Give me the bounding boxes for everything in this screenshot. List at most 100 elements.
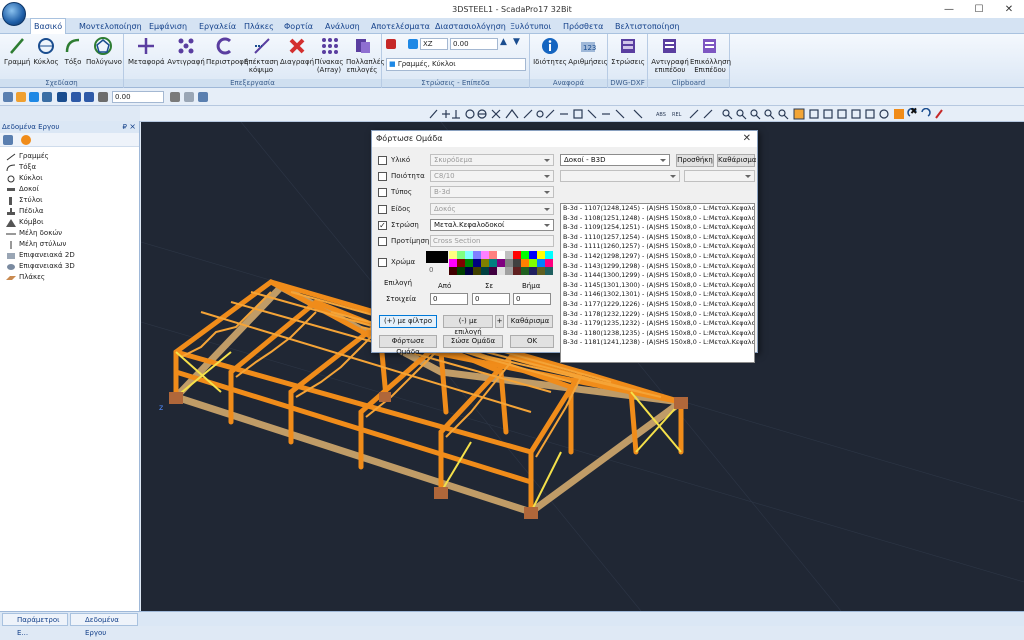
from-input[interactable]: 0 xyxy=(430,293,468,305)
tree-item-circles[interactable]: Κύκλοι xyxy=(6,173,139,184)
checkbox-material[interactable] xyxy=(378,155,387,165)
tree-options-icon[interactable] xyxy=(3,135,13,145)
copy-button[interactable]: Αντιγραφή xyxy=(166,36,206,66)
tab-formwork[interactable]: Ξυλότυποι xyxy=(507,19,554,34)
palette-swatch[interactable] xyxy=(465,267,473,275)
palette-swatch[interactable] xyxy=(521,267,529,275)
tab-project-parameters[interactable]: Παράμετροι Ε... xyxy=(2,613,68,637)
tree-item-column-members[interactable]: Μέλη στύλων xyxy=(6,239,139,250)
checkbox-type[interactable] xyxy=(378,187,387,197)
rotate-button[interactable]: Περιστροφή xyxy=(206,36,248,66)
abs-icon[interactable]: ABS xyxy=(656,112,666,118)
palette-swatch[interactable] xyxy=(513,251,521,259)
polygon-button[interactable]: Πολύγωνο xyxy=(86,36,122,66)
list-item[interactable]: B-3d - 1111(1260,1257) - (A)SHS 150x8,0 … xyxy=(561,242,754,252)
maximize-icon[interactable]: ☐ xyxy=(964,0,994,18)
palette-swatch[interactable] xyxy=(529,251,537,259)
preference-input[interactable]: Cross Section xyxy=(430,235,554,247)
list-item[interactable]: B-3d - 1107(1248,1245) - (A)SHS 150x8,0 … xyxy=(561,204,754,214)
dialog-close-icon[interactable]: ✕ xyxy=(743,131,751,147)
quick-level-input[interactable]: 0.00 xyxy=(112,91,164,103)
toolbar-close-icon[interactable]: ✖ xyxy=(910,107,918,117)
kind-select[interactable]: Δοκός xyxy=(430,203,554,215)
palette-swatch[interactable] xyxy=(513,259,521,267)
list-item[interactable]: B-3d - 1142(1298,1297) - (A)SHS 150x8,0 … xyxy=(561,252,754,262)
palette-swatch[interactable] xyxy=(529,267,537,275)
tree-item-nodes[interactable]: Κόμβοι xyxy=(6,217,139,228)
palette-swatch[interactable] xyxy=(457,251,465,259)
tree-item-slabs[interactable]: Πλάκες xyxy=(6,272,139,283)
palette-swatch[interactable] xyxy=(497,267,505,275)
palette-swatch[interactable] xyxy=(497,259,505,267)
print-icon[interactable] xyxy=(98,92,108,102)
building-icon[interactable] xyxy=(170,92,180,102)
list-item[interactable]: B-3d - 1177(1229,1226) - (A)SHS 150x8,0 … xyxy=(561,300,754,310)
tree-item-columns[interactable]: Στύλοι xyxy=(6,195,139,206)
material-select[interactable]: Σκυρόδεμα xyxy=(430,154,554,166)
element-type-select[interactable]: Δοκοί - B3D xyxy=(560,154,670,166)
tree-item-beams[interactable]: Δοκοί xyxy=(6,184,139,195)
tab-view[interactable]: Εμφάνιση xyxy=(146,19,190,34)
numbering-button[interactable]: 123 Αριθμήσεις xyxy=(568,36,608,66)
tab-modeling[interactable]: Μοντελοποίηση xyxy=(76,19,145,34)
palette-swatch[interactable] xyxy=(473,267,481,275)
selected-color-swatch[interactable] xyxy=(426,251,448,263)
save-group-button[interactable]: Σώσε Ομάδα xyxy=(443,335,503,348)
palette-swatch[interactable] xyxy=(505,267,513,275)
palette-swatch[interactable] xyxy=(481,251,489,259)
palette-swatch[interactable] xyxy=(505,259,513,267)
to-input[interactable]: 0 xyxy=(472,293,510,305)
line-button[interactable]: Γραμμή xyxy=(4,36,30,66)
tab-slabs[interactable]: Πλάκες xyxy=(241,19,277,34)
checkbox-preference[interactable] xyxy=(378,236,387,246)
palette-swatch[interactable] xyxy=(545,251,553,259)
app-menu-button[interactable] xyxy=(2,2,26,26)
delete-button[interactable]: Διαγραφή xyxy=(280,36,314,66)
tree-item-lines[interactable]: Γραμμές xyxy=(6,151,139,162)
palette-swatch[interactable] xyxy=(521,251,529,259)
level-input[interactable]: 0.00 xyxy=(450,38,498,50)
tab-loads[interactable]: Φορτία xyxy=(281,19,316,34)
multi-select-button[interactable]: Πολλαπλές επιλογές xyxy=(346,36,385,74)
step-input[interactable]: 0 xyxy=(513,293,551,305)
add-by-filter-button[interactable]: (+) με φίλτρο xyxy=(379,315,437,328)
tree-item-surface-2d[interactable]: Επιφανειακά 2D xyxy=(6,250,139,261)
palette-swatch[interactable] xyxy=(473,259,481,267)
palette-swatch[interactable] xyxy=(521,259,529,267)
view-toolbar-icons[interactable]: ABS REL xyxy=(428,108,948,120)
list-item[interactable]: B-3d - 1179(1235,1232) - (A)SHS 150x8,0 … xyxy=(561,319,754,329)
level-up-icon[interactable]: ▲ xyxy=(500,37,507,47)
array-button[interactable]: Πίνακας (Array) xyxy=(314,36,346,74)
layer-select[interactable]: ■ Γραμμές, Κύκλοι xyxy=(386,58,526,71)
palette-swatch[interactable] xyxy=(537,259,545,267)
palette-swatch[interactable] xyxy=(497,251,505,259)
palette-swatch[interactable] xyxy=(449,267,457,275)
type-select[interactable]: B-3d xyxy=(430,186,554,198)
quality-select[interactable]: C8/10 xyxy=(430,170,554,182)
list-item[interactable]: B-3d - 1109(1254,1251) - (A)SHS 150x8,0 … xyxy=(561,223,754,233)
tab-basic[interactable]: Βασικό xyxy=(30,18,67,34)
panel-close-icon[interactable]: × xyxy=(129,121,136,133)
palette-swatch[interactable] xyxy=(465,259,473,267)
color-palette[interactable] xyxy=(449,251,555,275)
tab-addons[interactable]: Πρόσθετα xyxy=(560,19,606,34)
checkbox-color[interactable] xyxy=(378,257,387,267)
clear-list-button[interactable]: Καθάρισμα xyxy=(717,154,756,167)
clear-button[interactable]: Καθάρισμα xyxy=(507,315,553,328)
tab-project-data[interactable]: Δεδομένα Εργου xyxy=(70,613,138,637)
up-icon[interactable] xyxy=(71,92,81,102)
level-down-icon[interactable]: ▼ xyxy=(513,37,520,47)
layer-filter-select[interactable]: Μεταλ.Κεφαλοδοκοί xyxy=(430,219,554,231)
pin-icon[interactable]: ₽ xyxy=(123,121,127,133)
palette-swatch[interactable] xyxy=(449,259,457,267)
tree-item-arcs[interactable]: Τόξα xyxy=(6,162,139,173)
rel-icon[interactable]: REL xyxy=(672,112,682,118)
tree-item-beam-members[interactable]: Μέλη δοκών xyxy=(6,228,139,239)
palette-swatch[interactable] xyxy=(481,259,489,267)
ok-button[interactable]: OK xyxy=(510,335,554,348)
extend-trim-button[interactable]: Επέκταση κόψιμο xyxy=(244,36,280,74)
load-group-button[interactable]: Φόρτωσε Ομάδα xyxy=(379,335,437,356)
plane-icon[interactable] xyxy=(408,39,418,49)
palette-swatch[interactable] xyxy=(545,259,553,267)
palette-swatch[interactable] xyxy=(489,267,497,275)
